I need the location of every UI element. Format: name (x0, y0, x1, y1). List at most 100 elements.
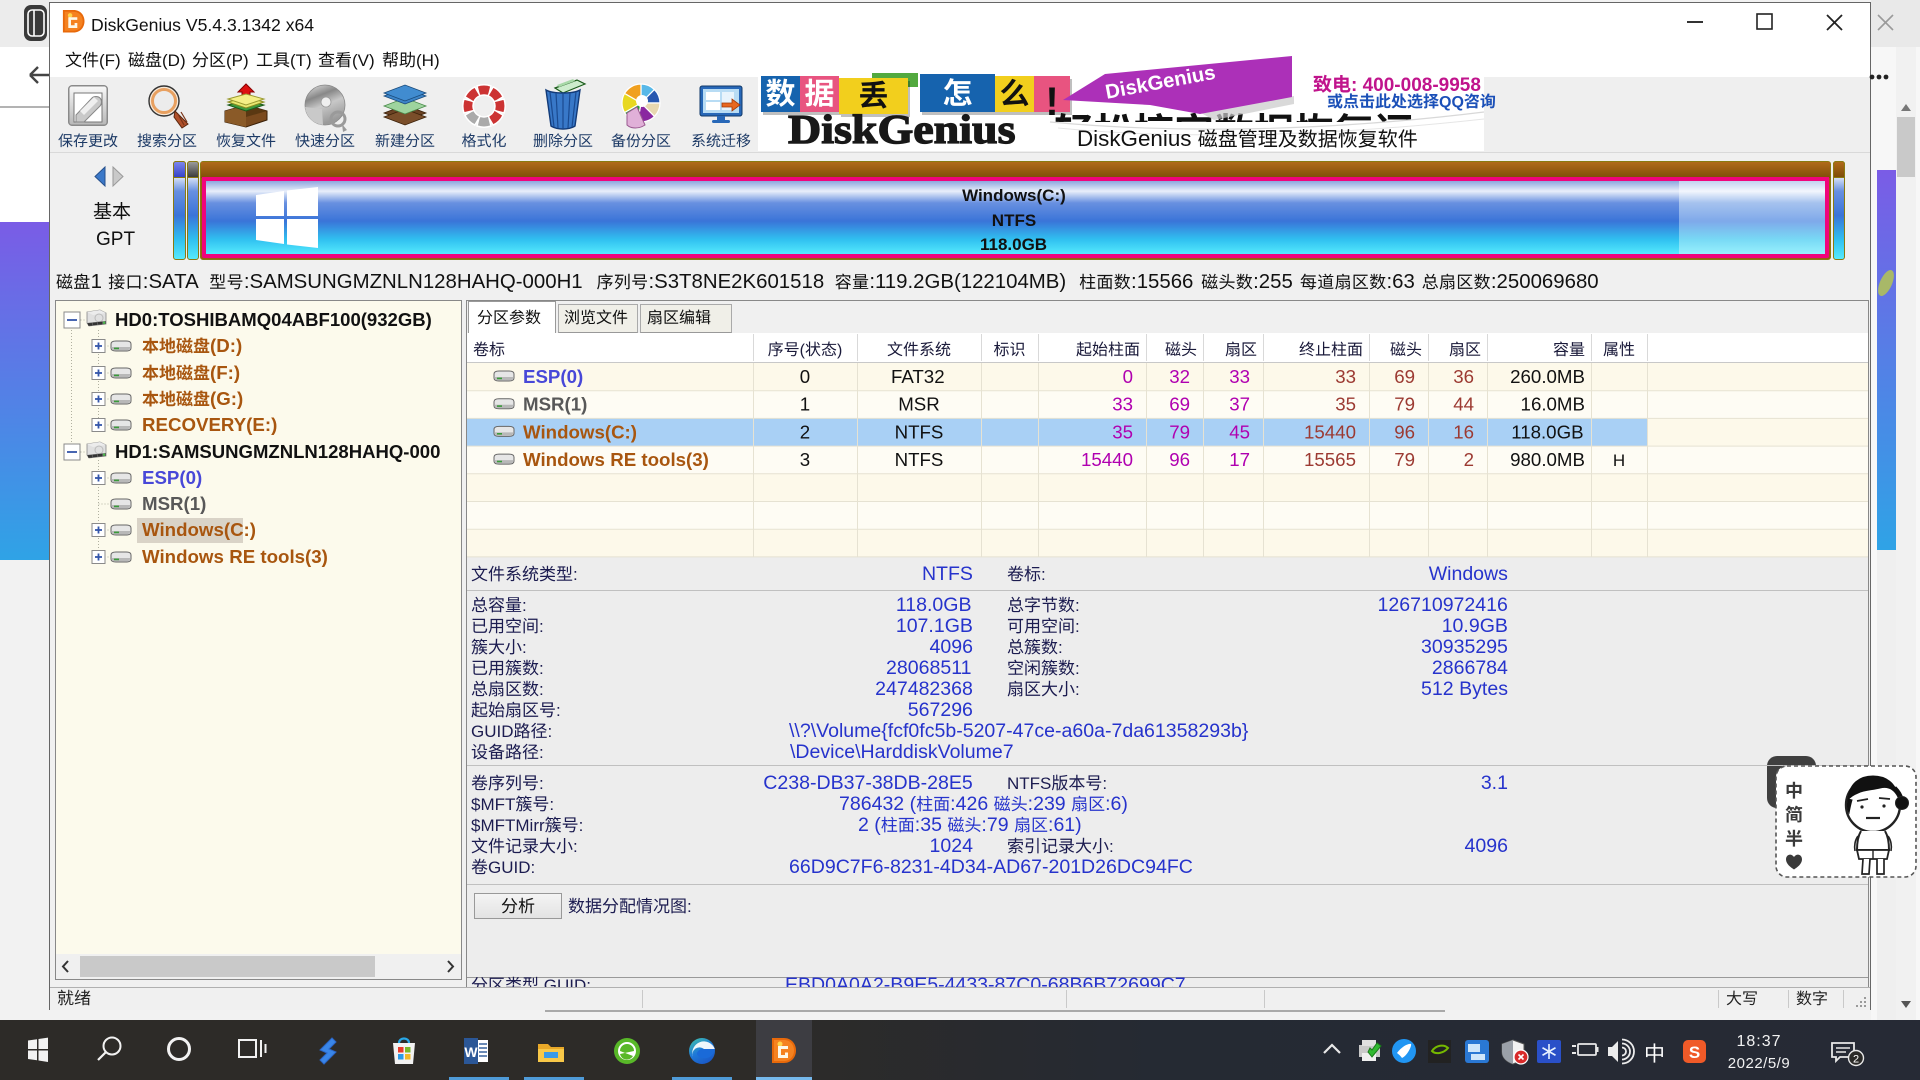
svg-text:33: 33 (1229, 366, 1250, 387)
svg-text:DiskGenius: DiskGenius (788, 107, 1015, 152)
svg-text::: : (687, 897, 692, 916)
svg-text::6): :6) (1105, 793, 1128, 815)
svg-text:66D9C7F6-8231-4D34-AD67-201D26: 66D9C7F6-8231-4D34-AD67-201D26DC94FC (789, 856, 1193, 878)
svg-text:EBD0A0A2-B9E5-4433-87C0-68B6B7: EBD0A0A2-B9E5-4433-87C0-68B6B72699C7 (785, 974, 1186, 996)
svg-text::255: :255 (1253, 271, 1293, 293)
svg-text::79: :79 (981, 814, 1008, 836)
svg-text:HD1:SAMSUNGMZNLN128HAHQ-000: HD1:SAMSUNGMZNLN128HAHQ-000 (115, 441, 440, 462)
svg-text:3.1: 3.1 (1481, 772, 1508, 794)
svg-text:30935295: 30935295 (1421, 636, 1508, 658)
svg-text:79: 79 (1169, 421, 1190, 442)
svg-text::239: :239 (1028, 793, 1066, 815)
svg-text::SAMSUNGMZNLN128HAHQ-000H1: :SAMSUNGMZNLN128HAHQ-000H1 (244, 271, 583, 293)
svg-text::: : (1102, 774, 1107, 793)
svg-text::: : (573, 565, 578, 584)
svg-text::: : (522, 638, 527, 657)
svg-text:tools(3): tools(3) (641, 449, 708, 470)
svg-text:(D:): (D:) (210, 335, 242, 356)
svg-text:260.0MB: 260.0MB (1510, 366, 1585, 387)
svg-text:GUID:: GUID: (488, 858, 535, 877)
svg-text:1: 1 (800, 394, 810, 415)
svg-text::: : (548, 722, 553, 741)
svg-text:QQ: QQ (1439, 94, 1464, 111)
svg-text:(: ( (910, 793, 917, 815)
svg-text:2: 2 (1853, 1054, 1859, 1066)
svg-text:79: 79 (1394, 394, 1415, 415)
svg-text:(: ( (800, 342, 806, 359)
svg-text:2: 2 (800, 421, 810, 442)
svg-text:HD0:TOSHIBAMQ04ABF100(932GB): HD0:TOSHIBAMQ04ABF100(932GB) (115, 309, 432, 330)
svg-text::: : (549, 795, 554, 814)
svg-text:15440: 15440 (1081, 449, 1133, 470)
svg-text::: : (539, 743, 544, 762)
svg-text:512: 512 (1421, 678, 1454, 700)
svg-text::119.2GB(122104MB): :119.2GB(122104MB) (869, 271, 1066, 293)
svg-text::S3T8NE2K601518: :S3T8NE2K601518 (648, 271, 824, 293)
svg-text:79: 79 (1394, 449, 1415, 470)
svg-text:400-008-9958: 400-008-9958 (1363, 75, 1481, 96)
svg-text:Windows(C:): Windows(C:) (962, 186, 1066, 205)
svg-text:DiskGenius: DiskGenius (91, 15, 181, 35)
svg-text::SATA: :SATA (143, 271, 199, 293)
svg-text::: : (573, 837, 578, 856)
svg-text:\\?\Volume{fcf0fc5b-5207-47ce-: \\?\Volume{fcf0fc5b-5207-47ce-a60a-7da61… (789, 720, 1249, 742)
svg-text::: : (539, 774, 544, 793)
svg-text:118.0GB: 118.0GB (980, 235, 1047, 254)
svg-text:2: 2 (1464, 449, 1474, 470)
svg-text::: : (1351, 75, 1357, 96)
svg-text:33: 33 (1112, 394, 1133, 415)
svg-text:RE: RE (610, 449, 636, 470)
svg-text:35: 35 (1335, 394, 1356, 415)
svg-text::61): :61) (1048, 814, 1082, 836)
svg-text:MSR(1): MSR(1) (523, 394, 587, 415)
svg-text:28068511: 28068511 (886, 657, 971, 679)
svg-text:786432: 786432 (839, 793, 904, 815)
svg-text:35: 35 (1112, 421, 1133, 442)
svg-text:Windows(C:): Windows(C:) (142, 519, 256, 540)
svg-text::35: :35 (915, 814, 942, 836)
svg-text::: : (539, 659, 544, 678)
svg-text:MSR(1): MSR(1) (142, 493, 206, 514)
svg-text:4096: 4096 (930, 636, 973, 658)
svg-text::: : (1109, 837, 1114, 856)
svg-text:(H): (H) (416, 51, 440, 70)
svg-text:V5.4.3.1342: V5.4.3.1342 (186, 15, 281, 35)
svg-text:C238-DB37-38DB-28E5: C238-DB37-38DB-28E5 (763, 772, 973, 794)
svg-text::426: :426 (950, 793, 988, 815)
svg-text:126710972416: 126710972416 (1378, 594, 1508, 616)
svg-text:(F:): (F:) (210, 362, 240, 383)
svg-text:x64: x64 (286, 15, 315, 35)
svg-text:Windows: Windows (523, 449, 605, 470)
svg-text:980.0MB: 980.0MB (1510, 449, 1585, 470)
svg-text::15566: :15566 (1131, 271, 1193, 293)
svg-text:NTFS: NTFS (992, 211, 1036, 230)
svg-text:118.0GB: 118.0GB (1511, 421, 1583, 442)
svg-text:S: S (1689, 1043, 1700, 1062)
svg-text:96: 96 (1169, 449, 1190, 470)
svg-text:118.0GB: 118.0GB (896, 594, 972, 616)
svg-text:(T): (T) (290, 51, 312, 70)
svg-text:36: 36 (1453, 366, 1474, 387)
svg-text:0: 0 (800, 366, 810, 387)
svg-text:0: 0 (1123, 366, 1133, 387)
svg-text:ESP(0): ESP(0) (142, 467, 202, 488)
svg-text:16: 16 (1453, 421, 1474, 442)
svg-text::: : (1041, 565, 1046, 584)
svg-text:H: H (1613, 451, 1625, 470)
svg-text:NTFS: NTFS (1007, 774, 1051, 793)
svg-text::: : (1075, 596, 1080, 615)
svg-text:$MFT: $MFT (471, 795, 515, 814)
svg-text::: : (1075, 617, 1080, 636)
svg-text:NTFS: NTFS (895, 421, 944, 442)
svg-text::: : (1075, 659, 1080, 678)
svg-text::: : (522, 596, 527, 615)
svg-text:107.1GB: 107.1GB (896, 615, 973, 637)
svg-text:16.0MB: 16.0MB (1521, 394, 1585, 415)
svg-text:18:37: 18:37 (1736, 1033, 1781, 1050)
svg-text:15440: 15440 (1304, 421, 1356, 442)
svg-text:1: 1 (91, 271, 102, 293)
svg-text:17: 17 (1229, 449, 1250, 470)
svg-text::: : (1075, 680, 1080, 699)
svg-text:2022/5/9: 2022/5/9 (1728, 1055, 1790, 1072)
svg-text:NTFS: NTFS (922, 563, 973, 585)
